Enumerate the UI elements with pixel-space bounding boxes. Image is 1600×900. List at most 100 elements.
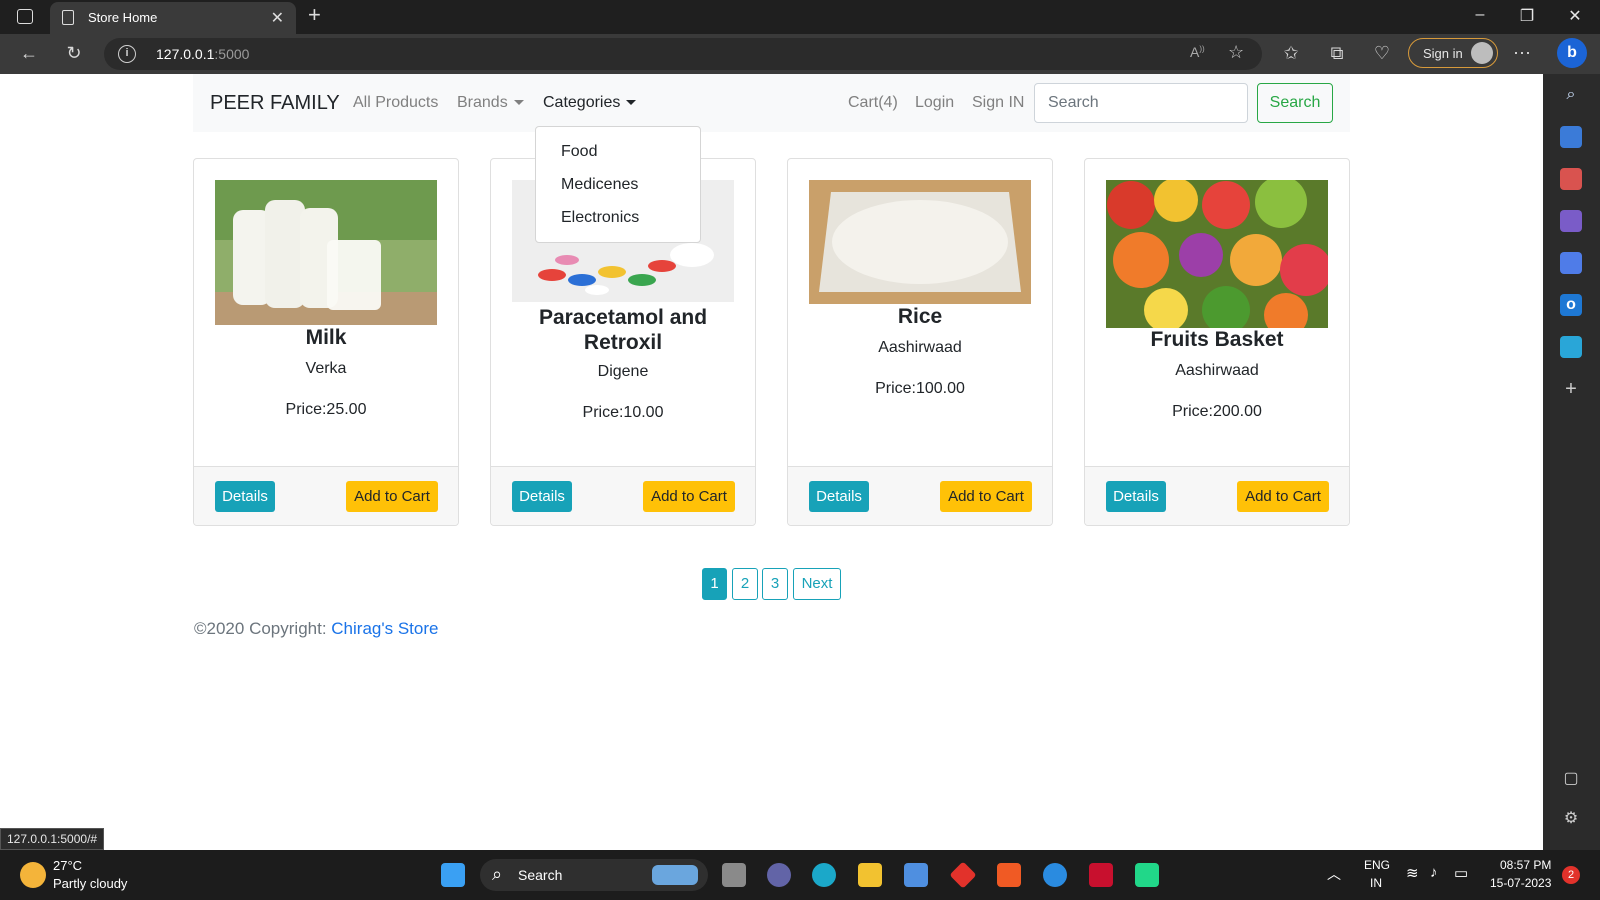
details-button[interactable]: Details bbox=[215, 481, 275, 512]
browser-essentials-icon[interactable]: ♡ bbox=[1371, 43, 1393, 64]
nav-brands-dropdown[interactable]: Brands bbox=[457, 94, 524, 112]
clock-time[interactable]: 08:57 PM bbox=[1500, 858, 1551, 872]
product-image-rice[interactable] bbox=[809, 180, 1031, 304]
product-image-fruits[interactable] bbox=[1106, 180, 1328, 328]
profile-signin-button[interactable]: Sign in bbox=[1408, 38, 1498, 68]
taskbar-search[interactable]: ⌕ Search bbox=[480, 859, 708, 891]
address-url[interactable]: 127.0.0.1:5000 bbox=[156, 46, 249, 62]
teams-chat-icon[interactable] bbox=[767, 863, 791, 887]
microsoft365-icon[interactable] bbox=[1560, 252, 1582, 274]
drop-icon[interactable] bbox=[1560, 336, 1582, 358]
product-card-rice: Rice Aashirwaad Price:100.00 Details Add… bbox=[787, 158, 1053, 526]
nav-login[interactable]: Login bbox=[915, 94, 954, 112]
mcafee-icon[interactable] bbox=[1089, 863, 1113, 887]
lang-primary[interactable]: ENG bbox=[1364, 858, 1390, 872]
restore-icon[interactable]: ❐ bbox=[1517, 6, 1537, 26]
brand-logo[interactable]: PEER FAMILY bbox=[210, 92, 340, 115]
favorites-icon[interactable]: ✩ bbox=[1280, 43, 1302, 64]
favorite-star-icon[interactable]: ☆ bbox=[1228, 42, 1244, 63]
add-sidebar-icon[interactable]: + bbox=[1560, 378, 1582, 400]
category-medicenes[interactable]: Medicenes bbox=[561, 176, 638, 194]
category-food[interactable]: Food bbox=[561, 143, 597, 161]
nav-categories-label: Categories bbox=[543, 94, 621, 111]
anydesk-icon[interactable] bbox=[949, 861, 977, 889]
details-button[interactable]: Details bbox=[512, 481, 572, 512]
site-navbar: PEER FAMILY All Products Brands Categori… bbox=[193, 74, 1350, 132]
card-footer: Details Add to Cart bbox=[788, 466, 1052, 525]
product-title[interactable]: Rice bbox=[788, 304, 1052, 329]
settings-gear-icon[interactable]: ⚙ bbox=[1560, 808, 1582, 830]
add-to-cart-button[interactable]: Add to Cart bbox=[940, 481, 1032, 512]
read-aloud-icon[interactable]: A)) bbox=[1190, 44, 1205, 60]
product-image-milk[interactable] bbox=[215, 180, 437, 325]
browser-tab-active[interactable]: Store Home ✕ bbox=[50, 2, 296, 34]
weather-desc[interactable]: Partly cloudy bbox=[53, 876, 127, 891]
details-button[interactable]: Details bbox=[809, 481, 869, 512]
search-icon[interactable]: ⌕ bbox=[1560, 84, 1582, 106]
help-icon[interactable] bbox=[1043, 863, 1067, 887]
product-brand: Aashirwaad bbox=[878, 339, 962, 356]
avatar bbox=[1471, 42, 1493, 64]
tab-actions-icon[interactable] bbox=[17, 9, 33, 24]
window-close-icon[interactable]: ✕ bbox=[1565, 6, 1585, 26]
new-tab-button[interactable]: + bbox=[308, 2, 321, 28]
site-info-icon[interactable]: i bbox=[118, 45, 136, 63]
page-3-button[interactable]: 3 bbox=[762, 568, 788, 600]
battery-icon[interactable]: ▭ bbox=[1454, 864, 1468, 882]
weather-temp[interactable]: 27°C bbox=[53, 858, 82, 873]
hide-sidebar-icon[interactable]: ▢ bbox=[1560, 768, 1582, 790]
lang-secondary[interactable]: IN bbox=[1370, 876, 1382, 890]
nav-sign-in[interactable]: Sign IN bbox=[972, 94, 1024, 112]
search-button[interactable]: Search bbox=[1257, 83, 1333, 123]
tools-icon[interactable] bbox=[1560, 168, 1582, 190]
nav-cart[interactable]: Cart(4) bbox=[848, 94, 898, 112]
nav-categories-dropdown[interactable]: Categories bbox=[543, 94, 637, 112]
footer-text: ©2020 Copyright: bbox=[194, 619, 332, 638]
next-page-button[interactable]: Next bbox=[793, 568, 841, 600]
bing-copilot-icon[interactable]: b bbox=[1557, 38, 1587, 68]
minimize-icon[interactable]: – bbox=[1470, 6, 1490, 24]
more-menu-icon[interactable]: ⋯ bbox=[1511, 43, 1533, 64]
page-1-button[interactable]: 1 bbox=[702, 568, 727, 600]
pycharm-icon[interactable] bbox=[1135, 863, 1159, 887]
brave-icon[interactable] bbox=[997, 863, 1021, 887]
add-to-cart-button[interactable]: Add to Cart bbox=[346, 481, 438, 512]
tab-close-icon[interactable]: ✕ bbox=[271, 8, 284, 28]
search-input[interactable]: Search bbox=[1034, 83, 1248, 123]
product-brand: Digene bbox=[597, 363, 649, 380]
refresh-icon[interactable]: ↻ bbox=[63, 43, 85, 64]
volume-icon[interactable]: ♪ bbox=[1430, 864, 1438, 881]
weather-icon[interactable] bbox=[20, 862, 46, 888]
edge-browser-icon[interactable] bbox=[812, 863, 836, 887]
notification-badge[interactable]: 2 bbox=[1562, 866, 1580, 884]
details-button[interactable]: Details bbox=[1106, 481, 1166, 512]
product-title[interactable]: Paracetamol and Retroxil bbox=[491, 305, 755, 355]
rice-image bbox=[809, 180, 1031, 304]
wifi-icon[interactable]: ≋ bbox=[1406, 864, 1419, 882]
shopping-tag-icon[interactable] bbox=[1560, 126, 1582, 148]
task-view-icon[interactable] bbox=[722, 863, 746, 887]
windows-start-icon[interactable] bbox=[441, 863, 465, 887]
file-explorer-icon[interactable] bbox=[858, 863, 882, 887]
page-content: PEER FAMILY All Products Brands Categori… bbox=[0, 74, 1543, 850]
url-port: :5000 bbox=[214, 46, 250, 62]
category-electronics[interactable]: Electronics bbox=[561, 209, 639, 227]
store-icon[interactable] bbox=[904, 863, 928, 887]
add-to-cart-button[interactable]: Add to Cart bbox=[643, 481, 735, 512]
footer-store-link[interactable]: Chirag's Store bbox=[331, 619, 438, 638]
back-icon[interactable]: ← bbox=[18, 43, 40, 64]
chevron-down-icon bbox=[626, 100, 637, 106]
nav-brands-label: Brands bbox=[457, 94, 508, 111]
add-to-cart-button[interactable]: Add to Cart bbox=[1237, 481, 1329, 512]
taskbar-search-label: Search bbox=[518, 867, 563, 883]
clock-date[interactable]: 15-07-2023 bbox=[1490, 876, 1551, 890]
nav-all-products[interactable]: All Products bbox=[353, 94, 438, 112]
product-title[interactable]: Fruits Basket bbox=[1085, 327, 1349, 352]
games-icon[interactable] bbox=[1560, 210, 1582, 232]
chevron-up-icon[interactable]: ︿ bbox=[1327, 864, 1341, 884]
outlook-icon[interactable]: o bbox=[1560, 294, 1582, 316]
page-2-button[interactable]: 2 bbox=[732, 568, 758, 600]
product-title[interactable]: Milk bbox=[194, 325, 458, 350]
address-bar[interactable]: i 127.0.0.1:5000 A)) ☆ bbox=[104, 38, 1262, 70]
collections-icon[interactable]: ⧉ bbox=[1326, 43, 1348, 64]
